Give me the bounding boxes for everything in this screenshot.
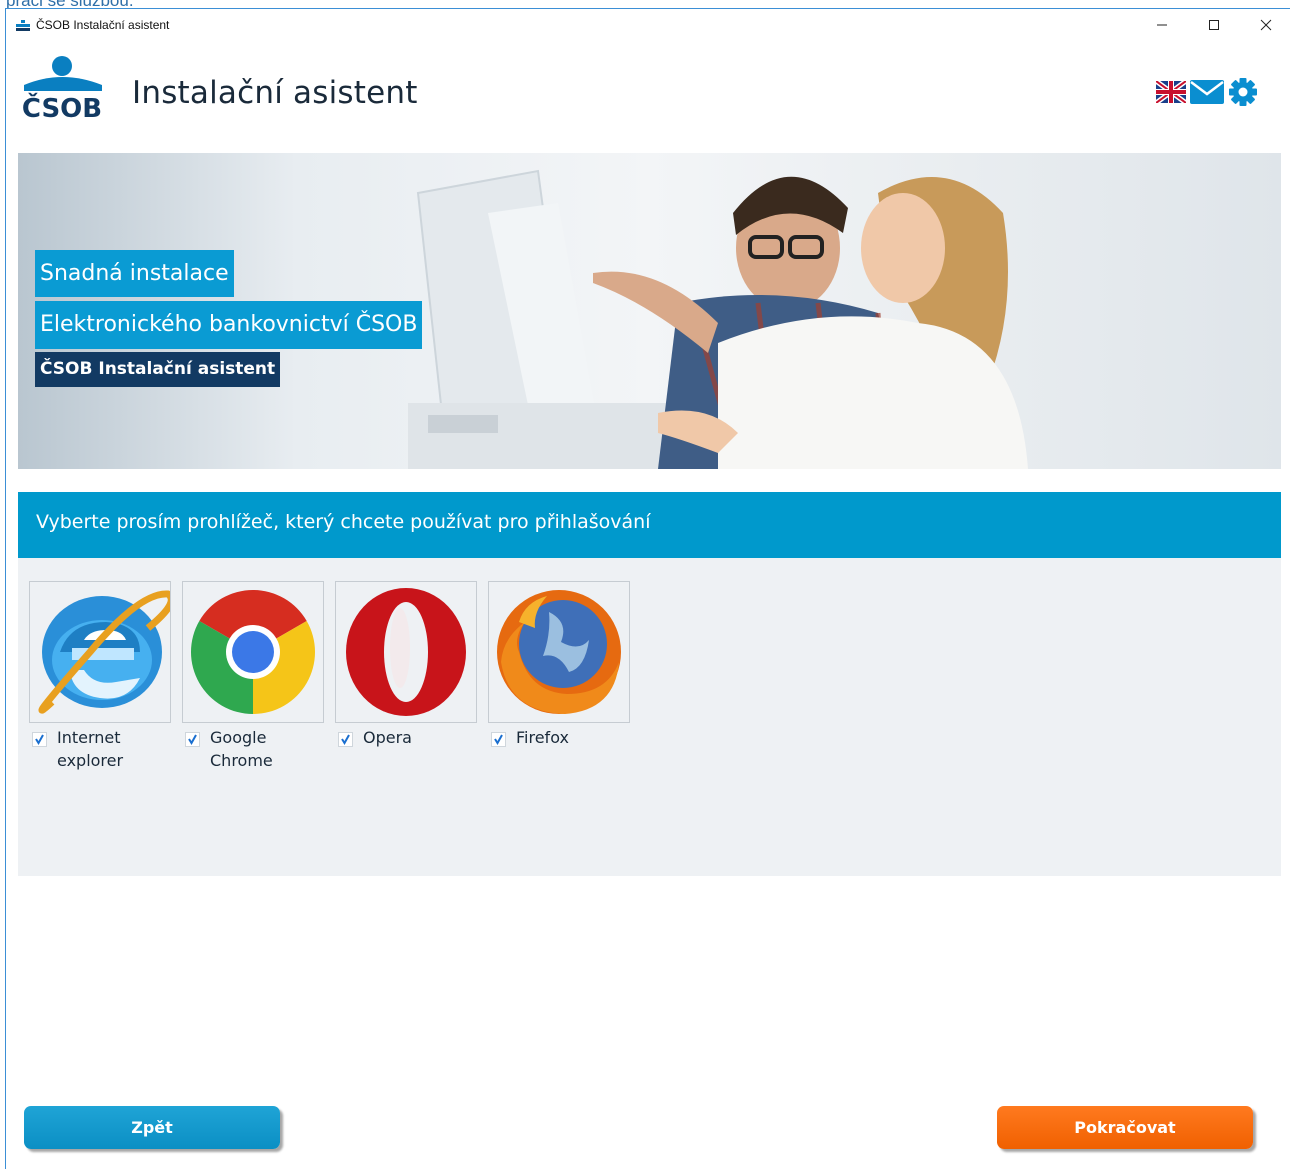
ie-label[interactable]: Internet explorer	[57, 726, 157, 772]
chrome-checkbox[interactable]	[185, 732, 200, 747]
browser-panel: Internet explorer Google Chrome Opera Fi…	[18, 558, 1281, 876]
title-bar[interactable]: ČSOB Instalační asistent	[6, 9, 1290, 41]
back-button[interactable]: Zpět	[24, 1106, 280, 1149]
browser-option-opera[interactable]: Opera	[335, 581, 477, 749]
continue-button[interactable]: Pokračovat	[997, 1106, 1253, 1149]
mail-icon[interactable]	[1190, 80, 1224, 108]
opera-icon	[346, 588, 466, 716]
check-icon	[494, 734, 503, 745]
csob-logo: ČSOB	[22, 56, 102, 119]
maximize-icon	[1209, 20, 1219, 30]
banner-line-1: Snadná instalace	[35, 250, 234, 297]
check-icon	[341, 734, 350, 745]
firefox-icon	[497, 590, 621, 714]
opera-tile[interactable]	[335, 581, 477, 723]
close-icon	[1260, 19, 1272, 31]
chrome-label[interactable]: Google Chrome	[210, 726, 310, 772]
maximize-button[interactable]	[1191, 9, 1237, 41]
firefox-label[interactable]: Firefox	[516, 726, 616, 749]
logo-text: ČSOB	[22, 92, 102, 119]
header-icons	[1154, 77, 1258, 111]
minimize-icon	[1157, 24, 1167, 26]
installer-window: ČSOB Instalační asistent ČSOB Instalační…	[5, 8, 1290, 1169]
ie-checkbox[interactable]	[32, 732, 47, 747]
browser-section-header: Vyberte prosím prohlížeč, který chcete p…	[18, 492, 1281, 574]
browser-option-firefox[interactable]: Firefox	[488, 581, 630, 749]
firefox-checkbox[interactable]	[491, 732, 506, 747]
banner-line-2: Elektronického bankovnictví ČSOB	[35, 301, 423, 349]
internet-explorer-icon	[38, 590, 170, 714]
gear-icon[interactable]	[1228, 77, 1258, 111]
check-icon	[35, 734, 44, 745]
browser-section-title: Vyberte prosím prohlížeč, který chcete p…	[36, 511, 651, 533]
close-button[interactable]	[1243, 9, 1289, 41]
hero-banner: Snadná instalace Elektronického bankovni…	[18, 153, 1281, 469]
banner-line-3: ČSOB Instalační asistent	[35, 352, 281, 387]
check-icon	[188, 734, 197, 745]
opera-checkbox[interactable]	[338, 732, 353, 747]
uk-flag-icon[interactable]	[1154, 78, 1188, 107]
opera-label[interactable]: Opera	[363, 726, 463, 749]
browser-option-chrome[interactable]: Google Chrome	[182, 581, 324, 772]
window-title: ČSOB Instalační asistent	[36, 18, 170, 32]
csob-app-icon	[16, 20, 30, 31]
minimize-button[interactable]	[1139, 9, 1185, 41]
chrome-icon	[190, 589, 316, 715]
ie-tile[interactable]	[29, 581, 171, 723]
app-title: Instalační asistent	[132, 75, 418, 111]
browser-option-ie[interactable]: Internet explorer	[29, 581, 171, 772]
chrome-tile[interactable]	[182, 581, 324, 723]
firefox-tile[interactable]	[488, 581, 630, 723]
